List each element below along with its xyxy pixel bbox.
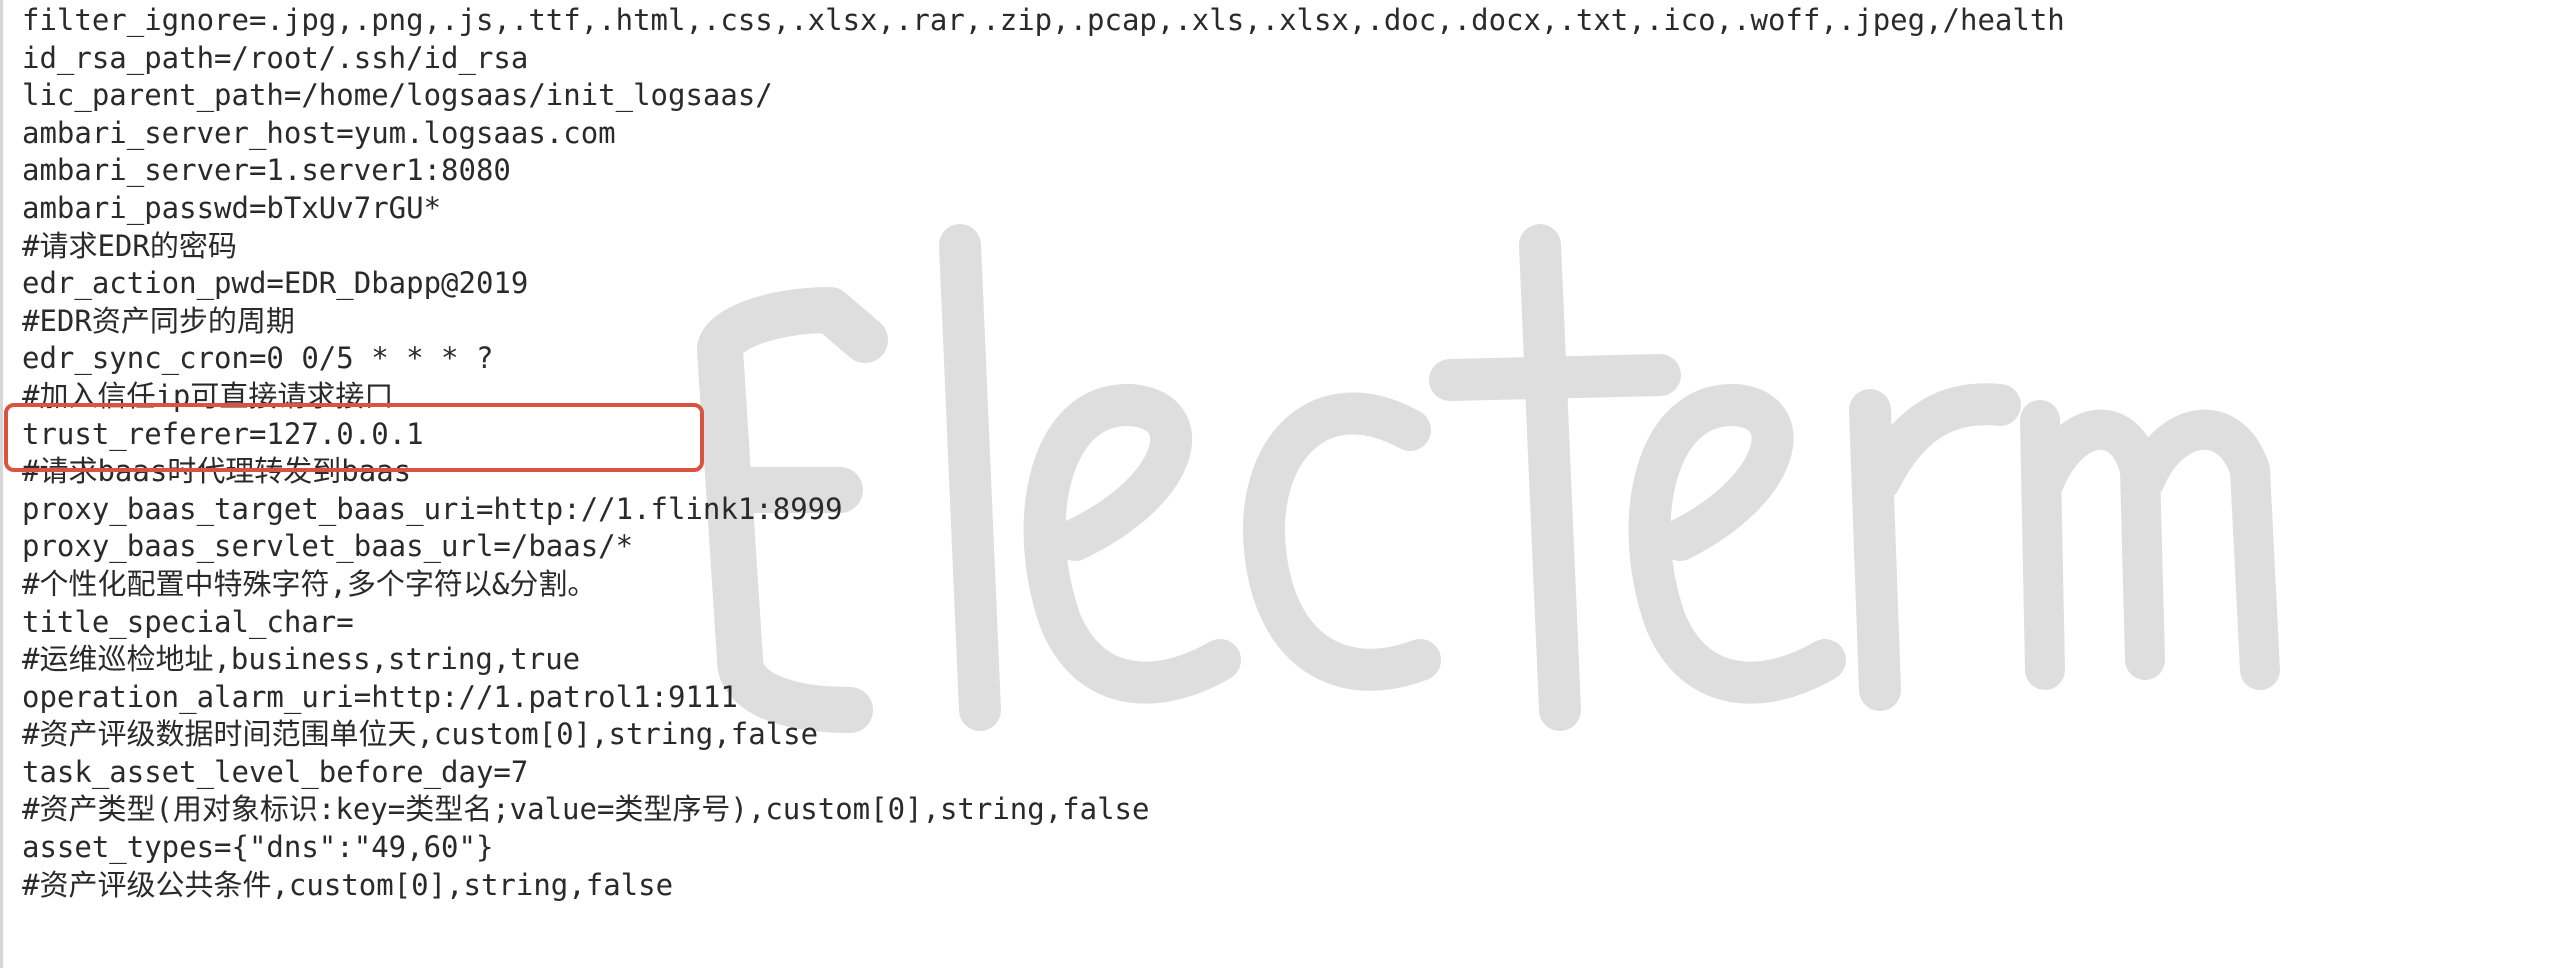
terminal-line: #资产评级数据时间范围单位天,custom[0],string,false [22, 717, 819, 752]
terminal-line: ambari_passwd=bTxUv7rGU* [22, 190, 442, 225]
terminal-line: edr_sync_cron=0 0/5 * * * ? [22, 341, 494, 376]
terminal-line: operation_alarm_uri=http://1.patrol1:911… [22, 679, 738, 714]
terminal-line: proxy_baas_servlet_baas_url=/baas/* [22, 529, 634, 564]
terminal-window[interactable]: filter_ignore=.jpg,.png,.js,.ttf,.html,.… [0, 0, 2560, 968]
terminal-line: proxy_baas_target_baas_uri=http://1.flin… [22, 491, 843, 526]
terminal-line: #EDR资产同步的周期 [22, 303, 295, 338]
terminal-line: asset_types={"dns":"49,60"} [22, 830, 494, 865]
highlight-annotation-box [4, 403, 704, 472]
terminal-line: #资产评级公共条件,custom[0],string,false [22, 867, 674, 902]
terminal-line: id_rsa_path=/root/.ssh/id_rsa [22, 40, 529, 75]
terminal-line: #资产类型(用对象标识:key=类型名;value=类型序号),custom[0… [22, 792, 1150, 827]
terminal-line: filter_ignore=.jpg,.png,.js,.ttf,.html,.… [22, 3, 2065, 37]
terminal-line: #运维巡检地址,business,string,true [22, 642, 581, 677]
terminal-line: task_asset_level_before_day=7 [22, 754, 529, 789]
terminal-line: lic_parent_path=/home/logsaas/init_logsa… [22, 78, 773, 113]
terminal-line: #请求EDR的密码 [22, 228, 237, 263]
terminal-line: title_special_char= [22, 604, 354, 639]
terminal-line: ambari_server=1.server1:8080 [22, 153, 511, 188]
terminal-line: ambari_server_host=yum.logsaas.com [22, 115, 616, 150]
terminal-line: edr_action_pwd=EDR_Dbapp@2019 [22, 266, 529, 301]
terminal-line: #个性化配置中特殊字符,多个字符以&分割。 [22, 566, 597, 601]
terminal-left-border [0, 0, 3, 968]
